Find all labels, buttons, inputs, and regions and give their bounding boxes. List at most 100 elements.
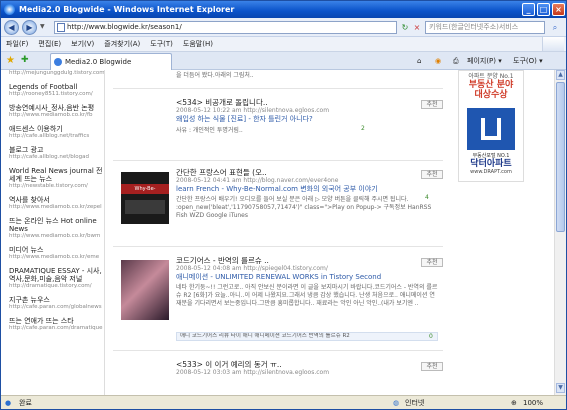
add-favorites-icon[interactable]: ✚ [21, 55, 29, 65]
link-item[interactable]: 뜨는 연애가 뜨는 스타 http://cafe.paran.com/dramat… [9, 317, 104, 332]
post-title[interactable]: 코드기어스 - 반역의 를르슈 .. [176, 256, 438, 265]
post-title[interactable]: 간단한 프랑스어 표현들 (오.. [176, 168, 438, 177]
url-input[interactable]: http://www.blogwide.kr/season1/ [54, 21, 397, 34]
post-desc: 네타 한기둥~!! 그런고로.. 아직 안보신 분이라면 이 글을 보지마시기 … [176, 284, 438, 307]
link-item[interactable]: 미디어 뉴스 http://www.mediamob.co.kr/eme [9, 246, 104, 261]
post-title[interactable]: <533> 이 이거 예리의 동거 ㅠ.. [176, 360, 438, 369]
recommend-count: 0 [429, 333, 433, 340]
close-button[interactable]: × [552, 3, 565, 16]
thumbnail-caption: Why-Be-Normal.com [121, 184, 169, 194]
favorites-star-icon[interactable]: ★ [6, 55, 15, 66]
ad-url: www.DRAPT.com [470, 169, 512, 175]
url-text: http://www.blogwide.kr/season1/ [67, 23, 182, 31]
link-url: http://www.mediamob.co.kr/eme [9, 254, 100, 260]
scroll-thumb[interactable] [556, 82, 565, 232]
link-title: 블로그 광고 [9, 146, 44, 154]
ad-logo-icon [467, 108, 515, 150]
scroll-up-icon[interactable]: ▲ [556, 70, 565, 80]
post-meta: 2008-05-12 04:41 am http://blog.naver.co… [176, 177, 339, 184]
tools-menu[interactable]: 도구(O) ▾ [513, 55, 543, 68]
recommend-button[interactable]: 추천 [421, 258, 443, 267]
ad-line3: 대상수상 [474, 90, 508, 100]
post-snippet: 을 더듬어 봤다.아래의 그림처.. [176, 72, 254, 79]
menu-view[interactable]: 보기(V) [66, 37, 99, 52]
zoom-level[interactable]: 100% [523, 396, 543, 409]
post-meta: 2008-05-12 10:22 am http://silentnova.eg… [176, 107, 330, 114]
title-bar: Media2.0 Blogwide - Windows Internet Exp… [1, 1, 566, 18]
search-input[interactable]: 키워드(한글인터넷주소)서비스 [425, 21, 545, 34]
tab-label: Media2.0 Blogwide [65, 58, 132, 66]
tab-favicon [54, 58, 62, 66]
maximize-button[interactable]: □ [537, 3, 550, 16]
back-icon[interactable]: ◀ [4, 20, 19, 35]
search-icon[interactable]: ⌕ [549, 21, 561, 34]
menu-favorites[interactable]: 즐겨찾기(A) [99, 37, 145, 52]
forward-icon[interactable]: ▶ [22, 20, 37, 35]
link-item[interactable]: 지구촌 뉴우스 http://cafe.paran.com/globalnews [9, 296, 104, 311]
ad-banner[interactable]: 아파트 분양 No.1 부동산 분야 대상수상 부동산포털 NO.1 닥터아파트… [458, 70, 524, 182]
stop-icon[interactable]: × [411, 21, 423, 34]
print-icon[interactable]: ⎙ [453, 55, 459, 68]
post-source[interactable]: learn French - Why-Be-Normal.com 변화의 외국어… [176, 185, 438, 194]
post-thumbnail[interactable] [121, 260, 169, 320]
recommend-button[interactable]: 추천 [421, 362, 443, 371]
link-url: http://cafe.paran.com/dramatique [9, 325, 103, 331]
divider [113, 88, 443, 89]
divider [113, 350, 443, 351]
recommend-button[interactable]: 추천 [421, 170, 443, 179]
page-menu[interactable]: 페이지(P) ▾ [467, 55, 502, 68]
tab-bar: ★ ✚ Media2.0 Blogwide ⌂ ◉ ⎙ 페이지(P) ▾ 도구(… [1, 52, 566, 70]
link-item[interactable]: 뜨는 온라인 뉴스 Hot online News http://www.medi… [9, 217, 104, 240]
post-source[interactable]: 애니메이션 - UNLIMITED RENEWAL WORKS in Tisto… [176, 273, 438, 282]
recommend-count: 4 [425, 194, 429, 201]
post-meta: 2008-05-12 04:08 am http://spiegel04.tis… [176, 265, 328, 272]
menu-help[interactable]: 도움말(H) [178, 37, 218, 52]
link-url: http://www.mediamob.co.kr/fb [9, 112, 93, 118]
link-item[interactable]: 역사를 찾아서 http://www.mediamob.co.kr/zepel [9, 196, 104, 211]
post-title[interactable]: <534> 비공개로 돌립니다.. [176, 98, 438, 107]
link-url: http://www.mediamob.co.kr/zepel [9, 204, 102, 210]
refresh-icon[interactable]: ↻ [399, 21, 411, 34]
recommend-count: 2 [361, 125, 365, 132]
post-thumbnail[interactable]: Why-Be-Normal.com [121, 172, 169, 224]
link-url: http://rooney8511.tistory.com/ [9, 91, 93, 97]
link-item[interactable]: 애드센스 이용하기 http://cafe.allblog.net/traffic… [9, 125, 104, 140]
divider [113, 246, 443, 247]
post-desc: 사유 : 개인적인 투명거림.. [176, 127, 243, 134]
link-item[interactable]: 방송연예시사_정사,음반 논평 http://www.mediamob.co.kr… [9, 104, 104, 119]
menu-bar: 파일(F) 편집(E) 보기(V) 즐겨찾기(A) 도구(T) 도움말(H) [1, 37, 566, 52]
ad-line1: 아파트 분양 No.1 [468, 73, 514, 80]
minimize-button[interactable]: _ [522, 3, 535, 16]
recommend-button[interactable]: 추천 [421, 100, 443, 109]
home-icon[interactable]: ⌂ [417, 55, 421, 68]
status-bar: 완료 ● ◍ 인터넷 ⊕ 100% [1, 395, 566, 409]
scroll-down-icon[interactable]: ▼ [556, 383, 565, 393]
vertical-scrollbar[interactable]: ▲ ▼ [554, 70, 566, 395]
link-title: World Real News journal 전 세계 뜨는 뉴스 [9, 167, 103, 183]
link-url: http://cafe.allblog.net/blogad [9, 154, 89, 160]
link-item[interactable]: 블로그 광고 http://cafe.allblog.net/blogad [9, 146, 104, 161]
menu-edit[interactable]: 편집(E) [33, 37, 66, 52]
zoom-icon: ⊕ [511, 399, 517, 407]
link-title: 뜨는 온라인 뉴스 Hot online News [9, 217, 97, 233]
ad-line2: 부동산 분야 [468, 80, 514, 90]
link-title: 뜨는 연애가 뜨는 스타 [9, 317, 74, 325]
link-item[interactable]: World Real News journal 전 세계 뜨는 뉴스 http:/… [9, 167, 104, 190]
tab-blogwide[interactable]: Media2.0 Blogwide [50, 53, 172, 70]
link-item[interactable]: Legends of Football http://rooney8511.tis… [9, 83, 104, 98]
post-feed: 을 더듬어 봤다.아래의 그림처.. <534> 비공개로 돌립니다.. 200… [113, 70, 443, 395]
zone-label: 인터넷 [405, 399, 425, 407]
post-tags: 애니 코드기어스 리뷰 타이 애니 애니메이션 코드기어스 반역의 를르슈 R2 [176, 332, 438, 341]
post-source[interactable]: 왜입성 하는 식물 [진료] - 한자 틀린거 아니다? [176, 115, 438, 124]
link-url: http://mejungunggdulg.tistory.com/ [9, 70, 105, 76]
link-item[interactable]: DRAMATIQUE ESSAY - 시사,역사,문화,미술,음악 저널 http… [9, 267, 104, 290]
menu-tools[interactable]: 도구(T) [145, 37, 178, 52]
menu-file[interactable]: 파일(F) [1, 37, 33, 52]
link-title: 역사를 찾아서 [9, 196, 50, 204]
windows-logo-icon [542, 37, 564, 51]
link-item[interactable]: http://mejungunggdulg.tistory.com/ [9, 70, 104, 77]
feeds-icon[interactable]: ◉ [435, 55, 441, 68]
post-meta: 2008-05-12 03:03 am http://silentnova.eg… [176, 369, 330, 376]
link-title: 지구촌 뉴우스 [9, 296, 50, 304]
recent-pages-icon[interactable]: ▼ [40, 23, 45, 30]
